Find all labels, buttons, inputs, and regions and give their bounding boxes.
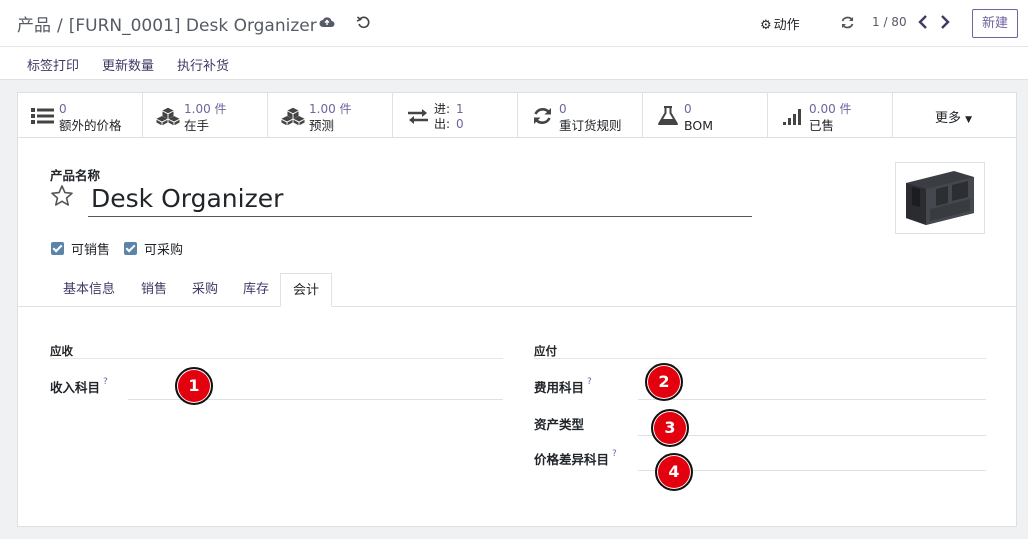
more-dropdown-button[interactable]: 更多 ▼	[893, 93, 1016, 137]
breadcrumb-current: [FURN_0001] Desk Organizer	[68, 16, 317, 36]
bom-button[interactable]: 0 BOM	[643, 93, 768, 137]
bom-value: 0	[684, 102, 692, 116]
action-menu-label: 动作	[773, 18, 800, 33]
forecast-button[interactable]: 1.00 件 预测	[268, 93, 393, 137]
action-menu-button[interactable]: ⚙ 动作	[760, 14, 800, 33]
forecast-value: 1.00 件	[309, 102, 352, 116]
chevron-left-icon[interactable]	[916, 13, 930, 31]
print-labels-button[interactable]: 标签打印	[27, 55, 79, 74]
annotation-marker-4: 4	[655, 453, 693, 491]
signal-icon	[783, 109, 801, 125]
reload-icon[interactable]	[840, 15, 855, 30]
annotation-marker-2: 2	[645, 363, 683, 401]
form-sheet: 0 额外的价格 1.00 件 在手 1.00 件 预测 进: 1 出: 0 0 …	[17, 92, 1017, 527]
can-purchase-checkbox[interactable]: 可采购	[124, 239, 183, 258]
in-out-values: 进: 1 出: 0	[434, 102, 464, 132]
receivable-group-divider	[50, 358, 503, 359]
in-label: 进:	[434, 102, 451, 116]
annotation-marker-3: 3	[651, 409, 689, 447]
expense-account-label: 费用科目?	[534, 377, 592, 396]
can-sell-checkbox[interactable]: 可销售	[51, 239, 110, 258]
sold-label: 已售	[809, 118, 835, 133]
help-tooltip-icon[interactable]: ?	[587, 377, 592, 387]
tab-sales[interactable]: 销售	[130, 273, 178, 307]
payable-group-title: 应付	[534, 344, 557, 358]
can-purchase-label: 可采购	[144, 243, 184, 258]
in-out-moves-button[interactable]: 进: 1 出: 0	[393, 93, 518, 137]
cubes-icon	[156, 107, 180, 126]
on-hand-value: 1.00 件	[184, 102, 227, 116]
breadcrumb-parent-link[interactable]: 产品	[17, 16, 51, 36]
price-difference-label-text: 价格差异科目	[534, 452, 610, 467]
expense-account-input[interactable]	[638, 399, 986, 400]
product-name-label: 产品名称	[50, 168, 101, 183]
receivable-group-title: 应收	[50, 344, 73, 358]
pager-value[interactable]: 1 / 80	[872, 15, 907, 29]
chevron-right-icon[interactable]	[938, 13, 952, 31]
out-label: 出:	[434, 117, 451, 131]
help-tooltip-icon[interactable]: ?	[103, 377, 108, 387]
bom-label: BOM	[684, 118, 713, 133]
desk-organizer-image	[906, 171, 974, 225]
extra-prices-value: 0	[59, 102, 67, 116]
income-account-label: 收入科目?	[50, 377, 108, 396]
smart-button-box: 0 额外的价格 1.00 件 在手 1.00 件 预测 进: 1 出: 0 0 …	[18, 93, 1016, 138]
out-value: 0	[456, 117, 464, 131]
product-name-input[interactable]: Desk Organizer	[88, 183, 752, 217]
replenish-button[interactable]: 执行补货	[177, 55, 229, 74]
on-hand-button[interactable]: 1.00 件 在手	[143, 93, 268, 137]
flask-icon	[658, 106, 678, 125]
breadcrumb-separator: /	[57, 16, 63, 36]
gear-icon: ⚙	[760, 18, 772, 33]
income-account-label-text: 收入科目	[50, 380, 101, 395]
reordering-rules-value: 0	[559, 102, 567, 116]
sold-button[interactable]: 0.00 件 已售	[768, 93, 893, 137]
asset-type-input[interactable]	[638, 435, 986, 436]
price-difference-account-label: 价格差异科目?	[534, 449, 617, 468]
expense-account-label-text: 费用科目	[534, 380, 585, 395]
tab-purchase[interactable]: 采购	[180, 273, 230, 307]
cubes-icon	[281, 107, 305, 126]
control-panel: 产品 / [FURN_0001] Desk Organizer ⚙ 动作 1 / 80…	[0, 0, 1028, 46]
extra-prices-button[interactable]: 0 额外的价格	[18, 93, 143, 137]
exchange-icon	[408, 109, 428, 124]
payable-group-divider	[534, 358, 986, 359]
tab-accounting[interactable]: 会计	[280, 273, 332, 307]
new-record-button[interactable]: 新建	[972, 9, 1018, 38]
checkbox-checked-icon	[124, 242, 137, 255]
annotation-marker-1: 1	[175, 367, 213, 405]
star-icon[interactable]	[50, 184, 74, 208]
in-value: 1	[456, 102, 464, 116]
asset-type-label: 资产类型	[534, 417, 585, 432]
refresh-icon	[534, 108, 551, 124]
notebook-tabs: 基本信息 销售 采购 库存 会计	[18, 273, 1016, 307]
on-hand-label: 在手	[184, 118, 210, 133]
reordering-rules-button[interactable]: 0 重订货规则	[518, 93, 643, 137]
checkbox-checked-icon	[51, 242, 64, 255]
update-quantity-button[interactable]: 更新数量	[102, 55, 154, 74]
reordering-rules-label: 重订货规则	[559, 118, 622, 133]
caret-down-icon: ▼	[965, 115, 973, 125]
forecast-label: 预测	[309, 118, 335, 133]
tab-inventory[interactable]: 库存	[232, 273, 280, 307]
more-label: 更多	[935, 111, 962, 126]
extra-prices-label: 额外的价格	[59, 118, 122, 133]
discard-changes-icon[interactable]	[356, 15, 371, 30]
list-icon	[31, 108, 54, 124]
tab-general-info[interactable]: 基本信息	[52, 273, 126, 307]
sold-value: 0.00 件	[809, 102, 852, 116]
action-toolbar: 标签打印 更新数量 执行补货	[0, 46, 1028, 80]
can-sell-label: 可销售	[71, 243, 111, 258]
product-image[interactable]	[895, 162, 985, 234]
save-cloud-icon[interactable]	[319, 15, 335, 29]
breadcrumb: 产品 / [FURN_0001] Desk Organizer	[17, 11, 317, 36]
help-tooltip-icon[interactable]: ?	[612, 449, 617, 459]
